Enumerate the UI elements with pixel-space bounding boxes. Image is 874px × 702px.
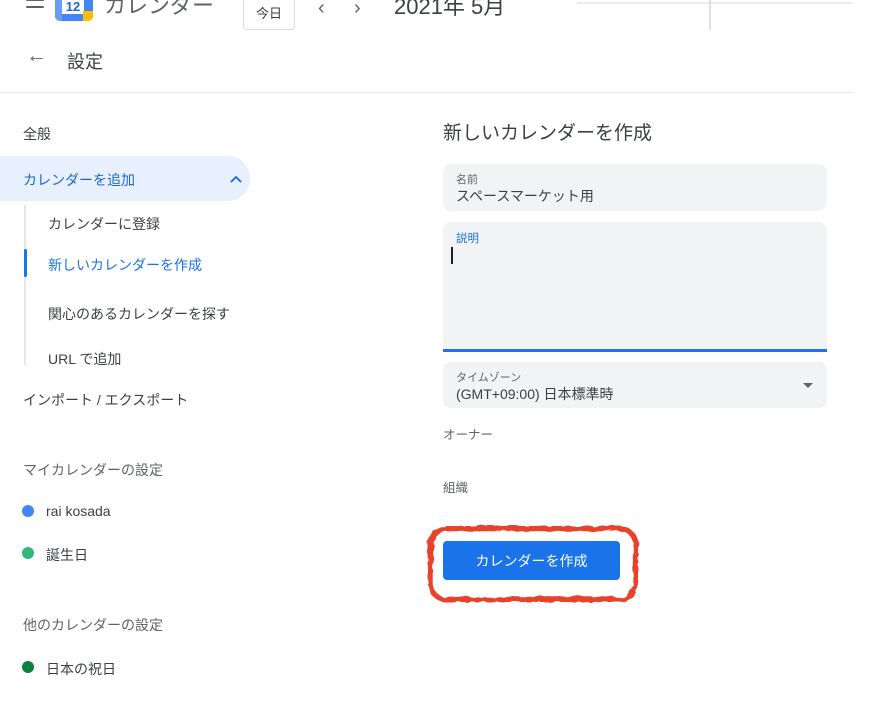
sidebar-item-add-by-url[interactable]: URL で追加 (48, 349, 121, 369)
today-button[interactable]: 今日 (243, 0, 295, 30)
description-field-label: 説明 (456, 230, 479, 246)
sidebar-item-import-export[interactable]: インポート / エクスポート (23, 390, 188, 410)
text-cursor (451, 247, 453, 264)
calendar-color-dot (22, 505, 34, 517)
name-field-label: 名前 (456, 171, 478, 187)
sidebar-item-create-new-calendar[interactable]: 新しいカレンダーを作成 (48, 255, 202, 275)
sidebar-item-birthdays[interactable]: 誕生日 (46, 545, 88, 565)
organization-label: 組織 (443, 477, 468, 496)
name-field[interactable]: 名前 スペースマーケット用 (443, 164, 827, 211)
calendar-app-icon: 12 (55, 0, 93, 21)
name-field-value: スペースマーケット用 (456, 186, 594, 206)
sidebar-item-subscribe-calendar[interactable]: カレンダーに登録 (48, 214, 160, 234)
sidebar-section-other-calendars: 他のカレンダーの設定 (23, 615, 163, 635)
calendar-color-dot (22, 661, 34, 673)
owner-label: オーナー (443, 424, 493, 443)
timezone-value: (GMT+09:00) 日本標準時 (456, 384, 614, 404)
timezone-select[interactable]: タイムゾーン (GMT+09:00) 日本標準時 (443, 362, 827, 408)
calendar-icon-day: 12 (62, 0, 84, 14)
sidebar-item-japan-holidays[interactable]: 日本の祝日 (46, 659, 116, 679)
sidebar-section-my-calendars: マイカレンダーの設定 (23, 460, 163, 480)
sidebar-item-add-calendar[interactable]: カレンダーを追加 (0, 156, 250, 201)
description-field[interactable]: 説明 (443, 222, 827, 352)
create-calendar-button[interactable]: カレンダーを作成 (443, 541, 620, 580)
sidebar-item-general[interactable]: 全般 (23, 124, 51, 144)
menu-icon[interactable] (26, 0, 44, 8)
page-title: 設定 (67, 48, 103, 74)
prev-month-icon[interactable]: ‹ (318, 0, 325, 20)
background-window-edge-horizontal (577, 2, 852, 4)
calendar-color-dot (22, 547, 34, 559)
back-arrow-icon[interactable]: ← (26, 44, 47, 68)
sidebar-item-rai-kosada[interactable]: rai kosada (46, 503, 111, 519)
active-item-indicator (24, 249, 27, 277)
dropdown-arrow-icon (803, 383, 813, 388)
sidebar-item-add-calendar-label: カレンダーを追加 (23, 170, 135, 190)
header-divider (0, 92, 852, 93)
next-month-icon[interactable]: › (354, 0, 361, 20)
background-window-edge-vertical (709, 0, 711, 30)
timezone-label: タイムゾーン (456, 369, 521, 385)
create-calendar-button-label: カレンダーを作成 (476, 551, 588, 571)
chevron-up-icon (230, 175, 242, 183)
today-button-label: 今日 (256, 3, 282, 22)
app-title: カレンダー (104, 0, 214, 20)
sidebar-item-browse-calendars[interactable]: 関心のあるカレンダーを探す (48, 304, 230, 324)
current-date-label: 2021年 5月 (394, 0, 505, 21)
form-heading: 新しいカレンダーを作成 (443, 118, 652, 145)
subsection-guide-line (24, 205, 26, 365)
